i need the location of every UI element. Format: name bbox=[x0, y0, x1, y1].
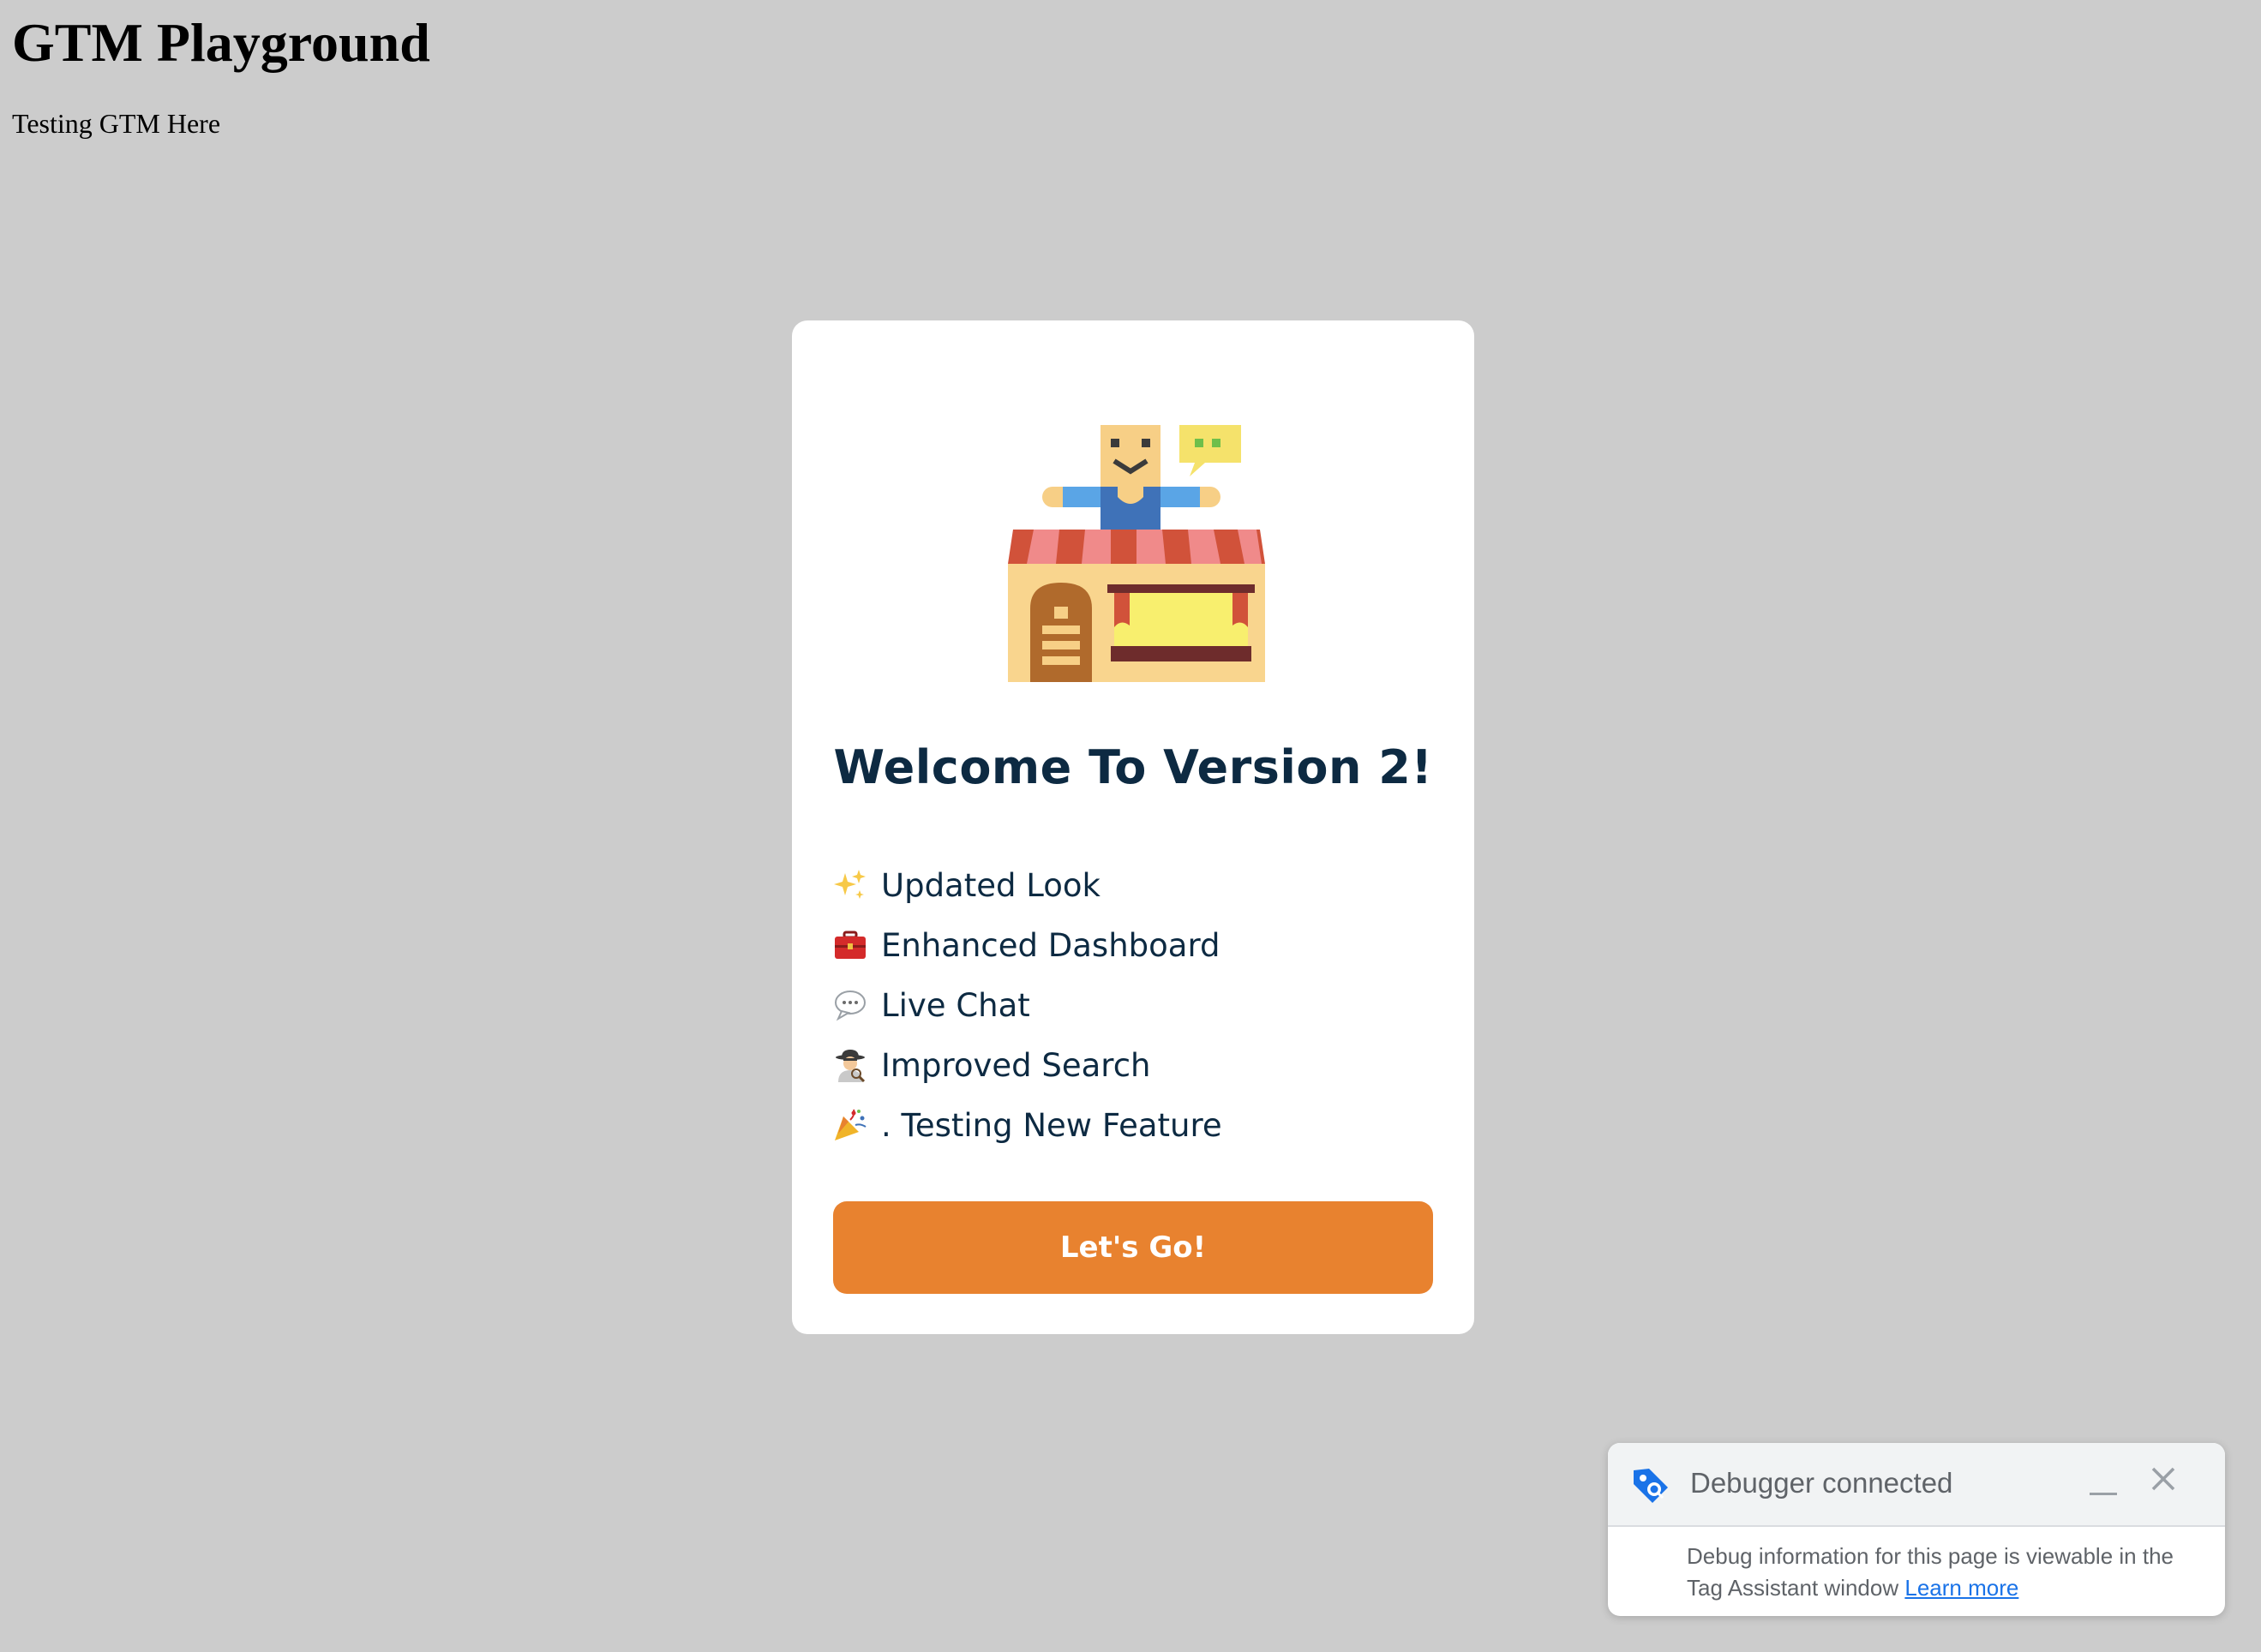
feature-list: Updated Look Enhanced Dashboard Live Cha… bbox=[833, 855, 1222, 1155]
close-icon[interactable] bbox=[2144, 1460, 2182, 1498]
feature-label: Updated Look bbox=[881, 866, 1101, 904]
page-subtitle: Testing GTM Here bbox=[12, 108, 221, 139]
debugger-title: Debugger connected bbox=[1690, 1467, 1953, 1499]
storefront-illustration bbox=[1008, 425, 1265, 682]
modal-title: Welcome To Version 2! bbox=[833, 740, 1433, 794]
list-item: Improved Search bbox=[833, 1035, 1222, 1095]
debugger-panel: Debugger connected Debug information for… bbox=[1608, 1443, 2225, 1616]
sparkles-icon bbox=[833, 868, 881, 902]
list-item: Enhanced Dashboard bbox=[833, 915, 1222, 975]
learn-more-link[interactable]: Learn more bbox=[1904, 1575, 2018, 1601]
feature-label: Enhanced Dashboard bbox=[881, 926, 1220, 964]
tag-assistant-icon bbox=[1634, 1469, 1668, 1503]
lets-go-button[interactable]: Let's Go! bbox=[833, 1201, 1433, 1294]
debugger-header: Debugger connected bbox=[1608, 1443, 2225, 1527]
list-item: Live Chat bbox=[833, 975, 1222, 1035]
detective-icon bbox=[833, 1048, 881, 1082]
list-item: . Testing New Feature bbox=[833, 1095, 1222, 1155]
feature-label: Improved Search bbox=[881, 1046, 1151, 1084]
page-title: GTM Playground bbox=[12, 12, 430, 73]
toolbox-icon bbox=[833, 928, 881, 962]
party-popper-icon bbox=[833, 1108, 881, 1142]
feature-label: . Testing New Feature bbox=[881, 1106, 1222, 1144]
speech-bubble-icon bbox=[833, 988, 881, 1022]
welcome-modal: Welcome To Version 2! Updated Look Enhan… bbox=[792, 320, 1474, 1334]
feature-label: Live Chat bbox=[881, 986, 1030, 1024]
page-header: GTM Playground Testing GTM Here bbox=[12, 7, 430, 140]
debugger-message: Debug information for this page is viewa… bbox=[1687, 1541, 2201, 1604]
minimize-icon[interactable] bbox=[2086, 1465, 2120, 1499]
list-item: Updated Look bbox=[833, 855, 1222, 915]
